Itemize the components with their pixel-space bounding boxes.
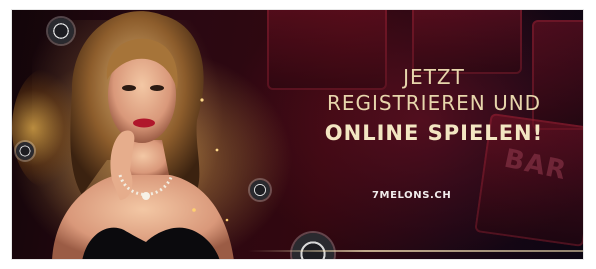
headline-line-2: REGISTRIEREN UND xyxy=(326,91,542,115)
headline: JETZT REGISTRIEREN UND ONLINE SPIELEN! xyxy=(284,64,583,148)
lips xyxy=(133,118,155,128)
right-eye xyxy=(150,85,164,91)
promo-banner[interactable]: BAR JETZT REGISTRIEREN UND ONLINE SPIELE… xyxy=(11,9,584,260)
divider-line xyxy=(248,250,583,252)
casino-chip-icon xyxy=(250,180,270,200)
casino-chip-icon xyxy=(48,18,74,44)
headline-line-1: JETZT xyxy=(403,65,465,89)
website-link[interactable]: 7MELONS.CH xyxy=(372,190,451,201)
casino-chip-icon xyxy=(16,142,34,160)
headline-line-3: ONLINE SPIELEN! xyxy=(324,121,544,145)
left-eye xyxy=(122,85,136,91)
